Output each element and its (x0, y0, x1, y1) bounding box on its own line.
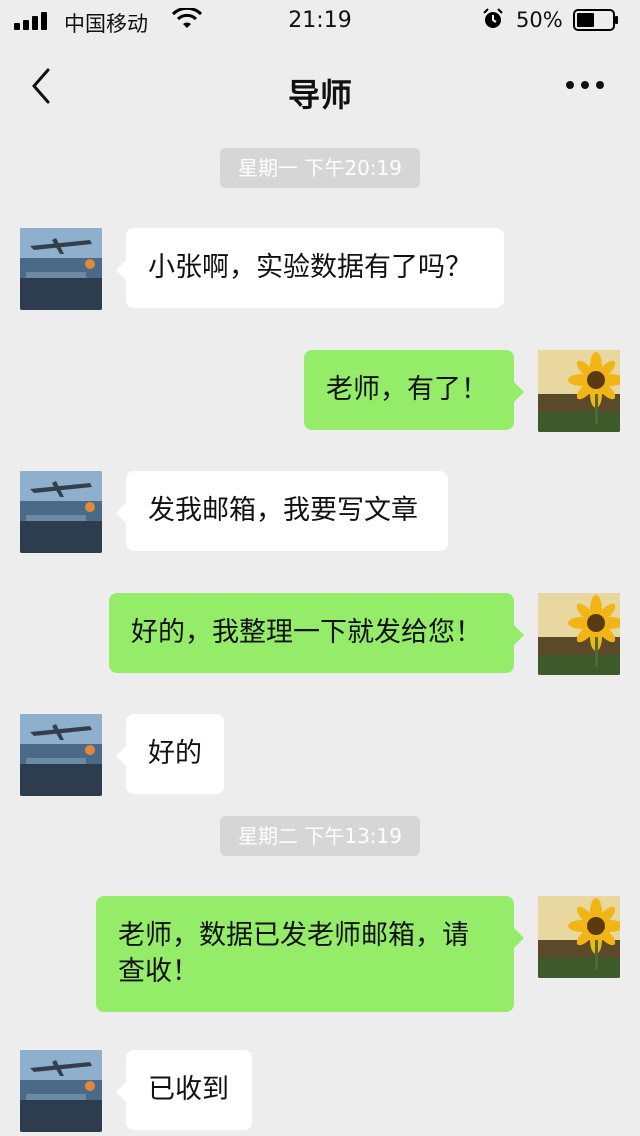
avatar-mentor[interactable] (20, 1050, 102, 1132)
avatar-self[interactable] (538, 350, 620, 432)
message-bubble-sent[interactable]: 老师，有了！ (304, 350, 524, 430)
sunflower-avatar-icon (538, 350, 620, 432)
sunflower-avatar-icon (538, 593, 620, 675)
chat-area[interactable]: 星期一 下午20:19 小张啊，实验数据有了吗？ 老师，有了！ 发我邮箱，我要写… (0, 130, 640, 1136)
message-bubble-received[interactable]: 小张啊，实验数据有了吗？ (116, 228, 504, 308)
warplane-avatar-icon (20, 1050, 102, 1132)
message-bubble-sent[interactable]: 老师，数据已发老师邮箱，请查收！ (96, 896, 524, 1012)
ellipsis-icon[interactable] (560, 70, 610, 100)
alarm-icon (483, 8, 503, 28)
avatar-self[interactable] (538, 896, 620, 978)
page-title: 导师 (287, 76, 352, 114)
sunflower-avatar-icon (538, 896, 620, 978)
warplane-avatar-icon (20, 714, 102, 796)
warplane-avatar-icon (20, 228, 102, 310)
warplane-avatar-icon (20, 471, 102, 553)
nav-bar: 导师 (0, 40, 640, 130)
time-divider: 星期二 下午13:19 (220, 816, 420, 856)
message-bubble-received[interactable]: 已收到 (116, 1050, 252, 1130)
status-bar: 中国移动 21:19 50% (0, 0, 640, 40)
battery-icon (573, 9, 618, 31)
message-bubble-received[interactable]: 发我邮箱，我要写文章 (116, 471, 448, 551)
avatar-mentor[interactable] (20, 471, 102, 553)
avatar-mentor[interactable] (20, 714, 102, 796)
time-divider: 星期一 下午20:19 (220, 148, 420, 188)
avatar-mentor[interactable] (20, 228, 102, 310)
avatar-self[interactable] (538, 593, 620, 675)
message-bubble-received[interactable]: 好的 (116, 714, 224, 794)
message-bubble-sent[interactable]: 好的，我整理一下就发给您！ (109, 593, 524, 673)
battery-percentage: 50% (516, 8, 563, 32)
